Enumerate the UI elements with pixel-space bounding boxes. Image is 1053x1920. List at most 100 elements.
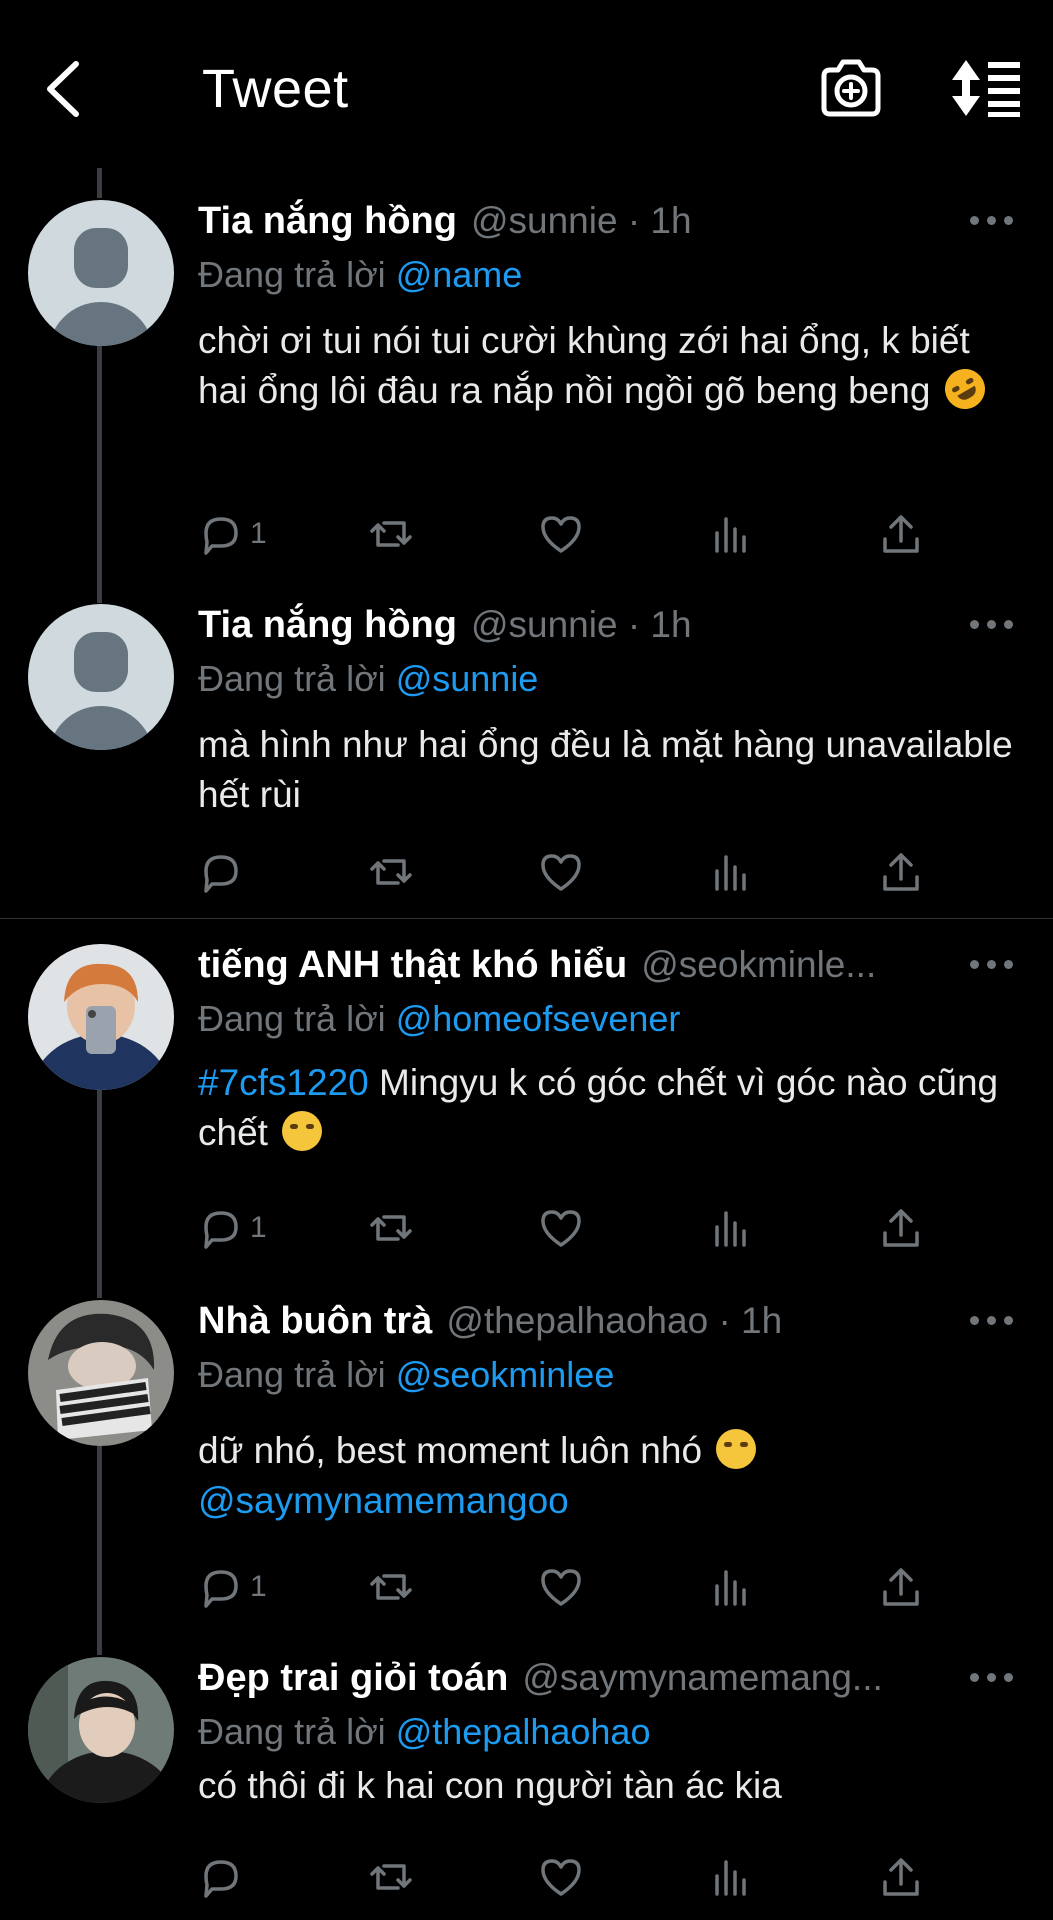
reply-button[interactable]: 1 bbox=[198, 1204, 267, 1252]
reply-button[interactable]: 1 bbox=[198, 1563, 267, 1611]
retweet-button[interactable] bbox=[368, 1853, 414, 1901]
like-button[interactable] bbox=[538, 848, 584, 896]
heart-icon bbox=[541, 854, 581, 891]
reply-button[interactable] bbox=[198, 1853, 250, 1901]
author-name[interactable]: Nhà buôn trà bbox=[198, 1300, 432, 1343]
reply-icon bbox=[204, 855, 238, 893]
retweet-button[interactable] bbox=[368, 1563, 414, 1611]
reply-context: Đang trả lời @sunnie bbox=[198, 658, 539, 699]
author-name[interactable]: Đẹp trai giỏi toán bbox=[198, 1657, 508, 1700]
author-handle: @thepalhaohao · 1h bbox=[446, 1300, 783, 1341]
heart-icon bbox=[541, 1210, 581, 1247]
reply-mention-link[interactable]: @name bbox=[396, 254, 523, 295]
reply-mention-link[interactable]: @seokminlee bbox=[396, 1354, 615, 1395]
reply-mention-link[interactable]: @thepalhaohao bbox=[396, 1711, 651, 1752]
tweet-actions: 1 bbox=[198, 510, 948, 560]
author-name[interactable]: tiếng ANH thật khó hiểu bbox=[198, 944, 627, 987]
share-button[interactable] bbox=[878, 1563, 924, 1611]
author-handle: @saymynamemang... bbox=[522, 1657, 883, 1698]
share-icon bbox=[883, 853, 919, 891]
retweet-icon bbox=[370, 1574, 412, 1600]
like-button[interactable] bbox=[538, 1204, 584, 1252]
heart-icon bbox=[541, 1569, 581, 1606]
face-hand-over-mouth-emoji-icon bbox=[282, 1111, 323, 1151]
thread-connector bbox=[97, 1445, 102, 1655]
back-arrow-icon[interactable] bbox=[40, 60, 86, 118]
share-icon bbox=[883, 1209, 919, 1247]
avatar-photo bbox=[28, 944, 174, 1090]
tweet-text: có thôi đi k hai con người tàn ác kia bbox=[198, 1765, 782, 1806]
reply-count: 1 bbox=[250, 1211, 267, 1244]
rolling-laughing-emoji-icon bbox=[937, 361, 993, 417]
app-header: Tweet bbox=[0, 0, 1053, 170]
reply-mention-link[interactable]: @sunnie bbox=[396, 658, 539, 699]
author-handle: @sunnie · 1h bbox=[470, 604, 692, 645]
author-name[interactable]: Tia nắng hồng bbox=[198, 200, 457, 243]
reply-context: Đang trả lời @thepalhaohao bbox=[198, 1711, 651, 1752]
tweet-actions bbox=[198, 1853, 948, 1903]
avatar[interactable] bbox=[28, 944, 174, 1090]
avatar-photo bbox=[28, 1657, 174, 1803]
retweet-button[interactable] bbox=[368, 1204, 414, 1252]
like-button[interactable] bbox=[538, 1563, 584, 1611]
more-options-icon[interactable] bbox=[970, 618, 1014, 632]
reply-count: 1 bbox=[250, 517, 267, 550]
avatar-photo bbox=[28, 1300, 174, 1446]
share-button[interactable] bbox=[878, 510, 924, 558]
share-icon bbox=[883, 1568, 919, 1606]
tweet-text: chời ơi tui nói tui cười khùng zới hai ổ… bbox=[198, 316, 1028, 417]
retweet-icon bbox=[370, 521, 412, 547]
more-options-icon[interactable] bbox=[970, 1671, 1014, 1685]
views-button[interactable] bbox=[708, 1853, 754, 1901]
avatar[interactable] bbox=[28, 1657, 174, 1803]
reply-button[interactable]: 1 bbox=[198, 510, 267, 558]
author-name[interactable]: Tia nắng hồng bbox=[198, 604, 457, 647]
mention-link[interactable]: @saymynamemangoo bbox=[198, 1480, 569, 1521]
reply-context: Đang trả lời @homeofsevener bbox=[198, 998, 681, 1039]
tweet-actions bbox=[198, 848, 948, 898]
thread-divider bbox=[0, 918, 1053, 919]
share-button[interactable] bbox=[878, 1204, 924, 1252]
tweet-text: mà hình như hai ổng đều là mặt hàng unav… bbox=[198, 724, 1013, 815]
views-icon bbox=[715, 855, 746, 891]
hashtag-link[interactable]: #7cfs1220 bbox=[198, 1062, 369, 1103]
camera-plus-icon[interactable] bbox=[818, 56, 884, 120]
more-options-icon[interactable] bbox=[970, 958, 1014, 972]
views-button[interactable] bbox=[708, 1563, 754, 1611]
retweet-icon bbox=[370, 1215, 412, 1241]
face-hand-over-mouth-emoji-icon bbox=[716, 1429, 757, 1469]
default-avatar-head bbox=[74, 228, 128, 288]
reply-icon bbox=[204, 1860, 238, 1898]
share-button[interactable] bbox=[878, 1853, 924, 1901]
reply-icon bbox=[204, 517, 238, 555]
avatar[interactable] bbox=[28, 1300, 174, 1446]
views-button[interactable] bbox=[708, 848, 754, 896]
author-handle: @seokminle... bbox=[641, 944, 877, 985]
retweet-button[interactable] bbox=[368, 510, 414, 558]
views-icon bbox=[715, 517, 746, 553]
views-button[interactable] bbox=[708, 1204, 754, 1252]
heart-icon bbox=[541, 516, 581, 553]
default-avatar-body bbox=[48, 302, 154, 346]
views-button[interactable] bbox=[708, 510, 754, 558]
like-button[interactable] bbox=[538, 510, 584, 558]
more-options-icon[interactable] bbox=[970, 214, 1014, 228]
tweet-text: #7cfs1220 Mingyu k có góc chết vì góc nà… bbox=[198, 1062, 999, 1153]
share-icon bbox=[883, 1858, 919, 1896]
retweet-icon bbox=[370, 859, 412, 885]
avatar[interactable] bbox=[28, 604, 174, 750]
default-avatar-body bbox=[48, 706, 154, 750]
retweet-button[interactable] bbox=[368, 848, 414, 896]
avatar[interactable] bbox=[28, 200, 174, 346]
reply-count: 1 bbox=[250, 1570, 267, 1603]
more-options-icon[interactable] bbox=[970, 1314, 1014, 1328]
sort-icon[interactable] bbox=[950, 58, 1022, 118]
reply-mention-link[interactable]: @homeofsevener bbox=[396, 998, 681, 1039]
views-icon bbox=[715, 1860, 746, 1896]
reply-icon bbox=[204, 1570, 238, 1608]
share-button[interactable] bbox=[878, 848, 924, 896]
like-button[interactable] bbox=[538, 1853, 584, 1901]
reply-button[interactable] bbox=[198, 848, 250, 896]
views-icon bbox=[715, 1211, 746, 1247]
default-avatar-head bbox=[74, 632, 128, 692]
